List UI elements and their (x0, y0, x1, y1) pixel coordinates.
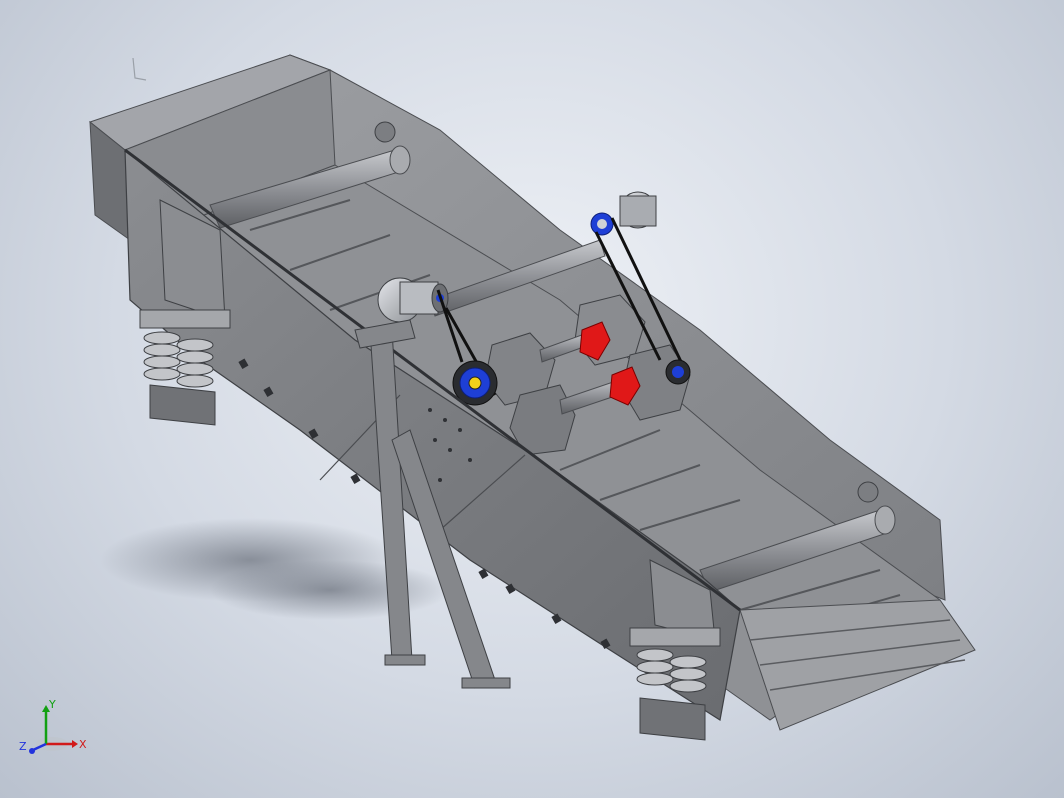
z-axis-label: Z (19, 740, 27, 753)
orientation-triad: X Y Z (19, 698, 87, 754)
pulley-right (665, 359, 691, 385)
motor-right (590, 191, 657, 236)
discharge-lip (739, 599, 976, 731)
vibrating-screen-model[interactable] (0, 0, 1064, 798)
origin-marker (132, 57, 147, 81)
y-axis-label: Y (48, 698, 56, 711)
x-axis-label: X (79, 738, 87, 751)
floor-shadow (210, 560, 450, 620)
cad-viewport[interactable]: X Y Z (0, 0, 1064, 798)
